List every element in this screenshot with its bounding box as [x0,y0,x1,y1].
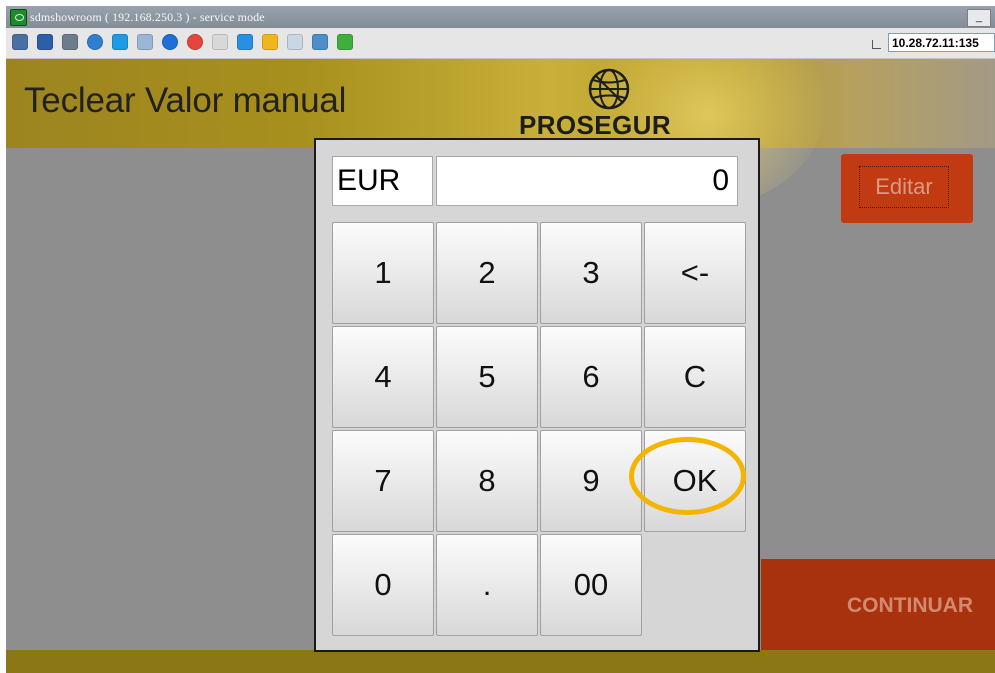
currency-label: EUR [332,156,433,206]
address-checkbox[interactable] [872,40,881,49]
numeric-keypad-dialog: EUR 0 1 2 3 <- 4 5 6 C 7 8 9 OK 0 . 00 [314,138,760,652]
remote-screen: Teclear Valor manual PROSEGUR Editar CON… [6,59,995,673]
chat-icon[interactable] [337,34,353,50]
globe-logo-icon [588,68,630,110]
clear-key[interactable]: C [644,326,746,428]
window-title-bar: sdmshowroom ( 192.168.250.3 ) - service … [6,6,995,28]
address-field[interactable]: 10.28.72.11:135 [888,33,995,52]
settings-gear-icon[interactable] [12,34,28,50]
ok-key[interactable]: OK [644,430,746,532]
page-title: Teclear Valor manual [24,81,347,120]
edit-button-label: Editar [859,166,949,208]
edit-button[interactable]: Editar [841,154,973,223]
folder-icon[interactable] [262,34,278,50]
key-3[interactable]: 3 [540,222,642,324]
info-icon[interactable] [162,34,178,50]
key-0[interactable]: 0 [332,534,434,636]
windows-icon[interactable] [112,34,128,50]
fullscreen-icon[interactable] [37,34,53,50]
window-title: sdmshowroom ( 192.168.250.3 ) - service … [30,10,265,24]
amount-input[interactable]: 0 [436,156,738,206]
disconnect-icon[interactable] [212,34,228,50]
key-8[interactable]: 8 [436,430,538,532]
key-7[interactable]: 7 [332,430,434,532]
key-2[interactable]: 2 [436,222,538,324]
options-icon[interactable] [62,34,78,50]
monitor-icon[interactable] [237,34,253,50]
continue-button[interactable]: CONTINUAR [761,559,995,650]
key-1[interactable]: 1 [332,222,434,324]
key-00[interactable]: 00 [540,534,642,636]
key-9[interactable]: 9 [540,430,642,532]
refresh-icon[interactable] [87,34,103,50]
minimize-button[interactable]: _ [967,9,991,27]
remote-toolbar: 10.28.72.11:135 [6,28,995,59]
continue-button-label: CONTINUAR [847,594,973,617]
remote-desktop-icon [10,9,27,26]
decimal-key[interactable]: . [436,534,538,636]
window-icon[interactable] [137,34,153,50]
clipboard-icon[interactable] [287,34,303,50]
key-4[interactable]: 4 [332,326,434,428]
key-6[interactable]: 6 [540,326,642,428]
stop-icon[interactable] [187,34,203,50]
prosegur-logo: PROSEGUR [519,110,672,140]
key-5[interactable]: 5 [436,326,538,428]
backspace-key[interactable]: <- [644,222,746,324]
footer-band [6,650,995,673]
computer-icon[interactable] [312,34,328,50]
